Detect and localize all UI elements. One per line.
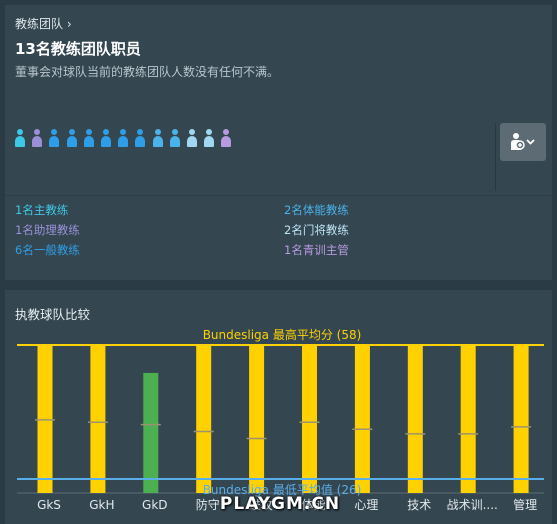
horizontal-divider: [5, 195, 552, 196]
staff-person-icon: [187, 129, 197, 149]
section-title: 执教球队比较: [15, 307, 91, 322]
x-tick-label: GkD: [142, 498, 168, 512]
bar-7[interactable]: [407, 345, 423, 493]
staff-person-icon: [204, 129, 215, 149]
role-youth[interactable]: 1名青训主管: [284, 242, 349, 258]
bar-0[interactable]: [37, 345, 53, 493]
bar-6[interactable]: [354, 345, 370, 493]
page-title: 13名教练团队职员: [15, 40, 141, 58]
board-satisfaction-text: 董事会对球队当前的教练团队人数没有任何不满。: [15, 65, 280, 79]
role-coach[interactable]: 6名一般教练: [15, 242, 80, 258]
staff-person-icon: [83, 129, 94, 149]
staff-filter-button[interactable]: [500, 123, 546, 161]
staff-person-icon: [66, 129, 77, 149]
staff-person-icon: [49, 129, 60, 149]
staff-person-icon: [135, 129, 146, 149]
staff-icon-row: [15, 129, 245, 149]
bar-5[interactable]: [302, 345, 317, 493]
staff-person-icon: [15, 129, 25, 149]
staff-person-icon: [221, 129, 232, 149]
role-assistant[interactable]: 1名助理教练: [15, 222, 80, 238]
team-comparison-panel: GkS GkH GkD 防守 进攻 体能 心理 技术 战术训.... 管理 Bundesliga 最…: [5, 290, 552, 524]
x-tick-label: GkS: [37, 498, 61, 512]
league-max-label: Bundesliga 最高平均分 (58): [203, 327, 362, 342]
staff-person-icon: [101, 129, 111, 149]
staff-filter-icon: [511, 133, 535, 150]
x-tick-label: GkH: [89, 498, 114, 512]
breadcrumb[interactable]: 教练团队 ›: [15, 15, 72, 32]
bar-8[interactable]: [460, 345, 476, 493]
role-fitness[interactable]: 2名体能教练: [284, 202, 349, 218]
bar-9[interactable]: [513, 345, 529, 493]
bar-1[interactable]: [90, 345, 106, 493]
coaching-comparison-chart: GkS GkH GkD 防守 进攻 体能 心理 技术 战术训.... 管理Bundesliga 最…: [17, 327, 544, 512]
bar-3[interactable]: [196, 345, 212, 493]
x-tick-label: 战术训....: [447, 498, 498, 512]
role-head-coach[interactable]: 1名主教练: [15, 202, 68, 218]
staff-summary-panel: 教练团队 › 13名教练团队职员 董事会对球队当前的教练团队人数没有任何不满。 …: [5, 5, 552, 280]
staff-person-icon: [169, 129, 180, 149]
staff-person-icon: [32, 129, 43, 149]
x-tick-label: 管理: [513, 497, 537, 512]
staff-person-icon: [152, 129, 163, 149]
role-goalkeeping[interactable]: 2名门将教练: [284, 222, 349, 238]
x-tick-label: 技术: [407, 498, 431, 512]
watermark: PLAYGM.CN: [219, 494, 341, 514]
bar-2[interactable]: [143, 372, 159, 493]
bar-4[interactable]: [249, 345, 265, 493]
vertical-divider: [495, 123, 496, 191]
staff-person-icon: [118, 129, 129, 149]
